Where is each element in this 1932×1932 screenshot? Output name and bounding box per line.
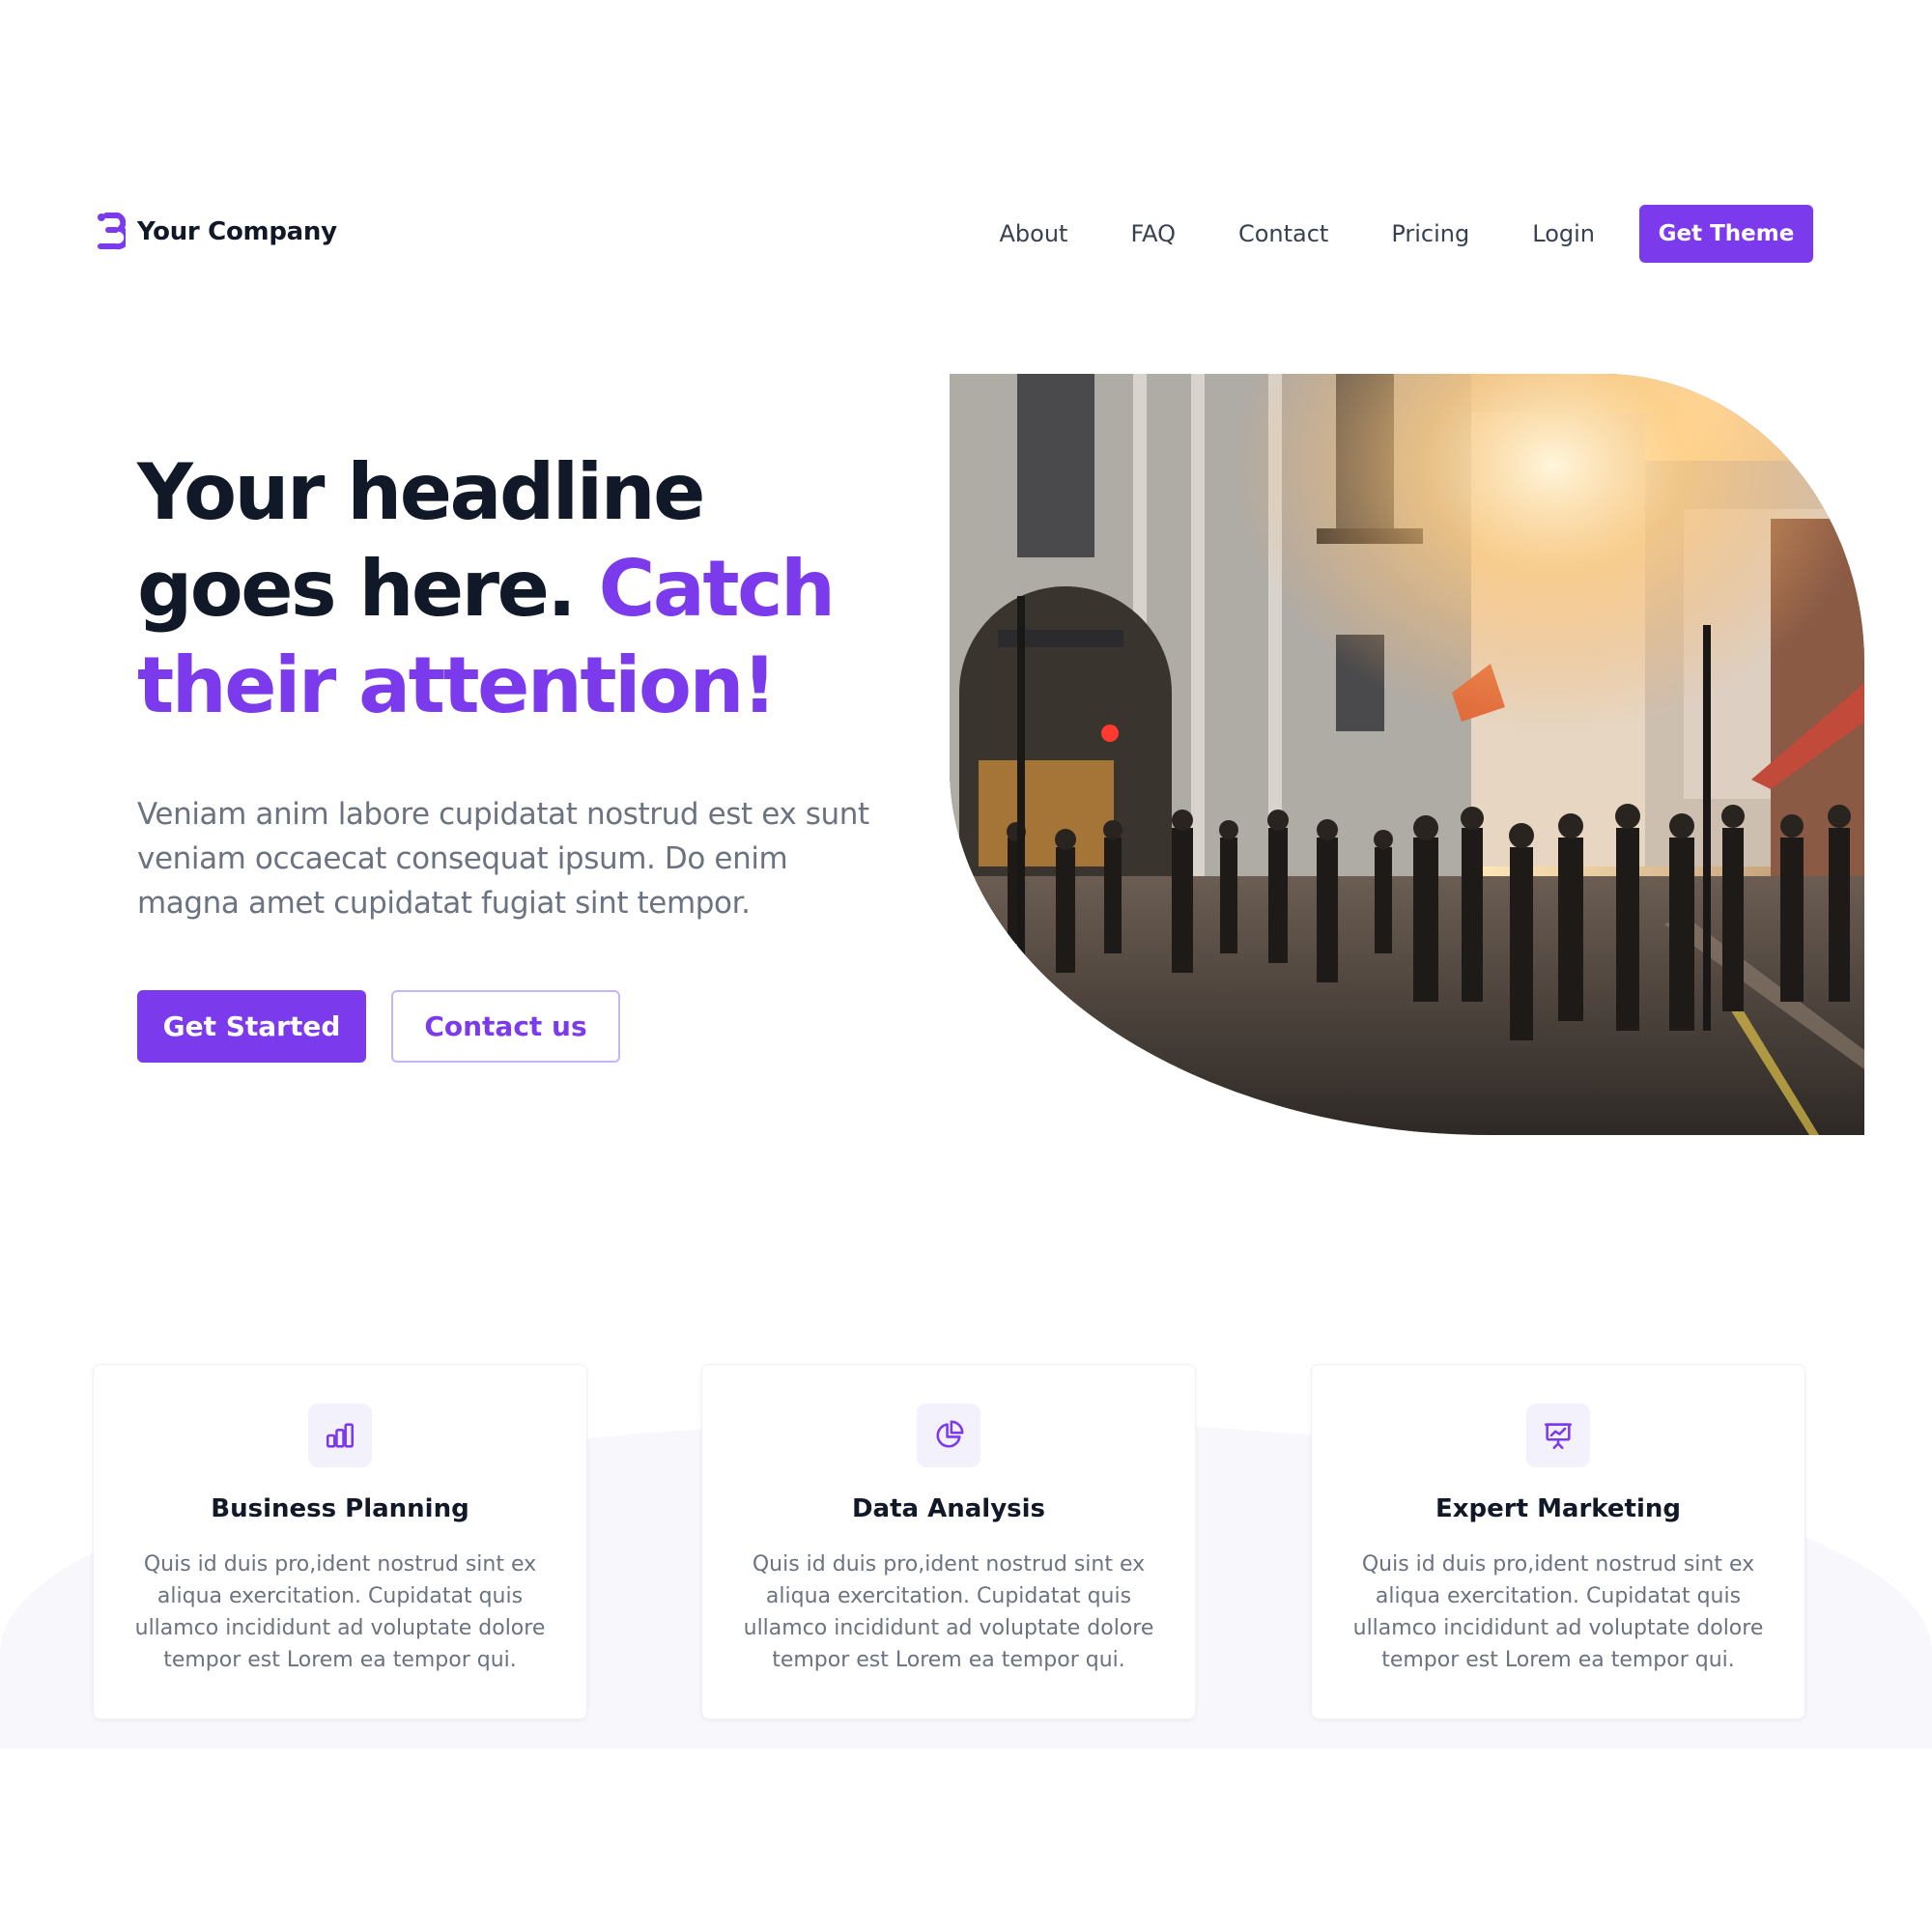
- hero-lead-text: Veniam anim labore cupidatat nostrud est…: [137, 797, 869, 921]
- nav-link-about[interactable]: About: [1000, 220, 1068, 247]
- brand-logo[interactable]: Your Company: [97, 208, 337, 256]
- nav-link-contact[interactable]: Contact: [1238, 220, 1328, 247]
- brand-logo-icon: [98, 213, 126, 250]
- feature-title: Expert Marketing: [1435, 1494, 1681, 1523]
- feature-card-expert-marketing: Expert Marketing Quis id duis pro,ident …: [1311, 1364, 1805, 1719]
- feature-title: Business Planning: [211, 1494, 469, 1523]
- hero-city-street-image: [950, 374, 1864, 1135]
- nav-link-faq[interactable]: FAQ: [1130, 220, 1176, 247]
- feature-card-data-analysis: Data Analysis Quis id duis pro,ident nos…: [701, 1364, 1196, 1719]
- get-theme-button[interactable]: Get Theme: [1639, 205, 1813, 263]
- landing-page: Your Company About FAQ Contact Pricing L…: [0, 0, 1932, 1932]
- presentation-chart-icon: [1526, 1404, 1590, 1467]
- feature-card-business-planning: Business Planning Quis id duis pro,ident…: [93, 1364, 587, 1719]
- brand-name: Your Company: [137, 217, 337, 246]
- feature-description: Quis id duis pro,ident nostrud sint ex a…: [1352, 1552, 1764, 1672]
- main-nav: About FAQ Contact Pricing Login Get Them…: [1000, 205, 1813, 263]
- city-street-illustration: [950, 374, 1864, 1135]
- feature-description: Quis id duis pro,ident nostrud sint ex a…: [134, 1552, 546, 1672]
- bar-chart-icon: [308, 1404, 372, 1467]
- contact-us-button[interactable]: Contact us: [391, 990, 620, 1063]
- nav-link-pricing[interactable]: Pricing: [1391, 220, 1469, 247]
- hero-headline: Your headline goes here. Catch their att…: [137, 444, 871, 734]
- get-started-button[interactable]: Get Started: [137, 990, 366, 1063]
- feature-title: Data Analysis: [851, 1494, 1046, 1523]
- nav-link-login[interactable]: Login: [1532, 220, 1595, 247]
- feature-description: Quis id duis pro,ident nostrud sint ex a…: [743, 1552, 1154, 1672]
- pie-chart-icon: [917, 1404, 980, 1467]
